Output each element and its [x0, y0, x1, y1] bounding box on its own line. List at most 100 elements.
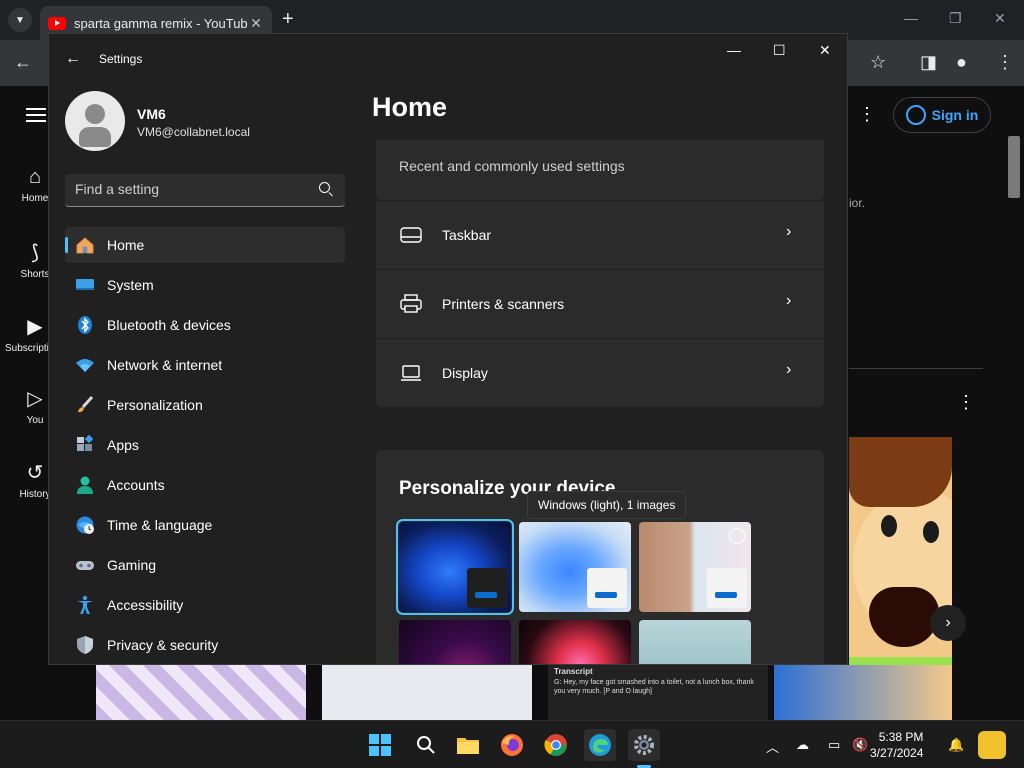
clock[interactable]: 5:38 PM 3/27/2024: [870, 729, 923, 761]
search-icon: [417, 736, 435, 754]
browser-menu-icon[interactable]: ⋮: [996, 52, 1014, 73]
search-icon[interactable]: [319, 182, 330, 193]
video-thumbnail[interactable]: [96, 665, 306, 720]
theme-sunrise[interactable]: [639, 620, 751, 664]
nav-item-gaming[interactable]: Gaming: [65, 547, 345, 583]
edge-icon: [589, 734, 611, 756]
gear-icon: [634, 735, 654, 755]
file-explorer-button[interactable]: [452, 729, 484, 761]
copilot-pre-icon[interactable]: [978, 731, 1006, 759]
video-thumbnail[interactable]: [322, 665, 532, 720]
back-arrow-icon[interactable]: ←: [14, 52, 32, 73]
chrome-button[interactable]: [540, 729, 572, 761]
video-thumbnail[interactable]: Transcript G: Hey, my face got smashed i…: [548, 665, 768, 720]
volume-muted-icon[interactable]: 🔇: [852, 737, 868, 753]
network-icon[interactable]: ▭: [828, 737, 840, 753]
theme-windows-light[interactable]: [519, 522, 631, 612]
nav-item-network[interactable]: Network & internet: [65, 347, 345, 383]
chrome-icon: [544, 734, 567, 756]
firefox-button[interactable]: [496, 729, 528, 761]
recommended-item-taskbar[interactable]: Taskbar ›: [376, 201, 824, 269]
recommended-card-header: Recent and commonly used settings: [376, 140, 824, 200]
theme-flow[interactable]: [519, 620, 631, 664]
brush-icon: [75, 395, 95, 415]
settings-nav: Home System Bluetooth & devices Network …: [65, 227, 345, 664]
page-scrollbar[interactable]: [1008, 136, 1020, 198]
recommended-item-display[interactable]: Display ›: [376, 339, 824, 407]
bookmark-star-icon[interactable]: ☆: [870, 52, 886, 73]
nav-item-personalization[interactable]: Personalization: [65, 387, 345, 423]
maximize-button[interactable]: ☐: [773, 42, 786, 59]
spotlight-icon: [729, 528, 745, 544]
theme-captured-motion[interactable]: [399, 620, 511, 664]
system-icon: [75, 275, 95, 295]
yt-hint-text: ior.: [849, 196, 866, 210]
yt-settings-menu-icon[interactable]: ⋮: [858, 104, 876, 125]
onedrive-offline-icon[interactable]: ☁: [796, 737, 809, 753]
theme-windows-dark[interactable]: [396, 519, 514, 615]
avatar[interactable]: [65, 91, 125, 151]
nav-item-system[interactable]: System: [65, 267, 345, 303]
start-button[interactable]: [364, 729, 396, 761]
printer-icon: [400, 294, 422, 314]
browser-minimize-button[interactable]: —: [904, 10, 918, 26]
nav-item-bluetooth[interactable]: Bluetooth & devices: [65, 307, 345, 343]
clock-time: 5:38 PM: [878, 730, 924, 744]
search-taskbar-button[interactable]: [410, 729, 442, 761]
page-title: Home: [372, 92, 448, 122]
tab-search-button[interactable]: ▼: [8, 8, 32, 32]
user-email: VM6@collabnet.local: [137, 125, 250, 139]
folder-icon: [457, 738, 479, 754]
minimize-button[interactable]: —: [727, 42, 741, 58]
nav-item-accounts[interactable]: Accounts: [65, 467, 345, 503]
carousel-next-button[interactable]: ›: [930, 605, 966, 641]
account-circle-icon: [905, 105, 926, 125]
clock-date: 3/27/2024: [870, 746, 924, 760]
edge-button[interactable]: [584, 729, 616, 761]
browser-close-button[interactable]: ✕: [994, 10, 1006, 27]
accessibility-icon: [75, 595, 95, 615]
display-icon: [400, 363, 422, 383]
new-tab-button[interactable]: +: [282, 8, 294, 31]
settings-taskbar-button[interactable]: [628, 729, 660, 761]
theme-glow[interactable]: [639, 522, 751, 612]
video-menu-icon[interactable]: ⋮: [957, 392, 975, 413]
tab-close-icon[interactable]: ✕: [248, 15, 264, 32]
network-icon: [75, 355, 95, 375]
nav-item-apps[interactable]: Apps: [65, 427, 345, 463]
home-icon: [75, 235, 95, 255]
nav-item-time-language[interactable]: Time & language: [65, 507, 345, 543]
nav-item-home[interactable]: Home: [65, 227, 345, 263]
taskbar-icon: [400, 225, 422, 245]
chevron-right-icon: ›: [786, 361, 792, 378]
apps-icon: [75, 435, 95, 455]
tab-title: sparta gamma remix - YouTube: [74, 15, 248, 31]
recommended-item-printers[interactable]: Printers & scanners ›: [376, 270, 824, 338]
recommended-subtitle: Recent and commonly used settings: [399, 158, 625, 174]
video-thumbnail[interactable]: [774, 665, 952, 720]
divider: [849, 368, 983, 369]
gaming-icon: [75, 555, 95, 575]
firefox-icon: [501, 734, 523, 756]
hamburger-menu-icon[interactable]: [26, 108, 46, 122]
back-arrow-icon[interactable]: ←: [65, 50, 81, 68]
nav-item-accessibility[interactable]: Accessibility: [65, 587, 345, 623]
shield-icon: [75, 635, 95, 655]
browser-restore-button[interactable]: ❐: [949, 10, 962, 27]
bluetooth-icon: [75, 315, 95, 335]
chevron-right-icon: ›: [786, 223, 792, 240]
taskbar: ︿ ☁ ▭ 🔇 5:38 PM 3/27/2024 🔔: [0, 720, 1024, 768]
side-panel-icon[interactable]: ◨: [920, 52, 937, 73]
notification-bell-icon[interactable]: 🔔: [948, 737, 964, 753]
search-box[interactable]: [65, 174, 345, 207]
nav-item-privacy-security[interactable]: Privacy & security: [65, 627, 345, 663]
show-hidden-icons-chevron-icon[interactable]: ︿: [766, 737, 779, 756]
search-input[interactable]: [75, 181, 315, 197]
profile-icon[interactable]: ●: [956, 52, 967, 73]
time-language-icon: [75, 515, 95, 535]
sign-in-button[interactable]: Sign in: [893, 97, 991, 133]
windows-logo-icon: [369, 734, 391, 756]
accounts-icon: [75, 475, 95, 495]
user-name: VM6: [137, 106, 166, 122]
close-button[interactable]: ✕: [819, 42, 831, 59]
